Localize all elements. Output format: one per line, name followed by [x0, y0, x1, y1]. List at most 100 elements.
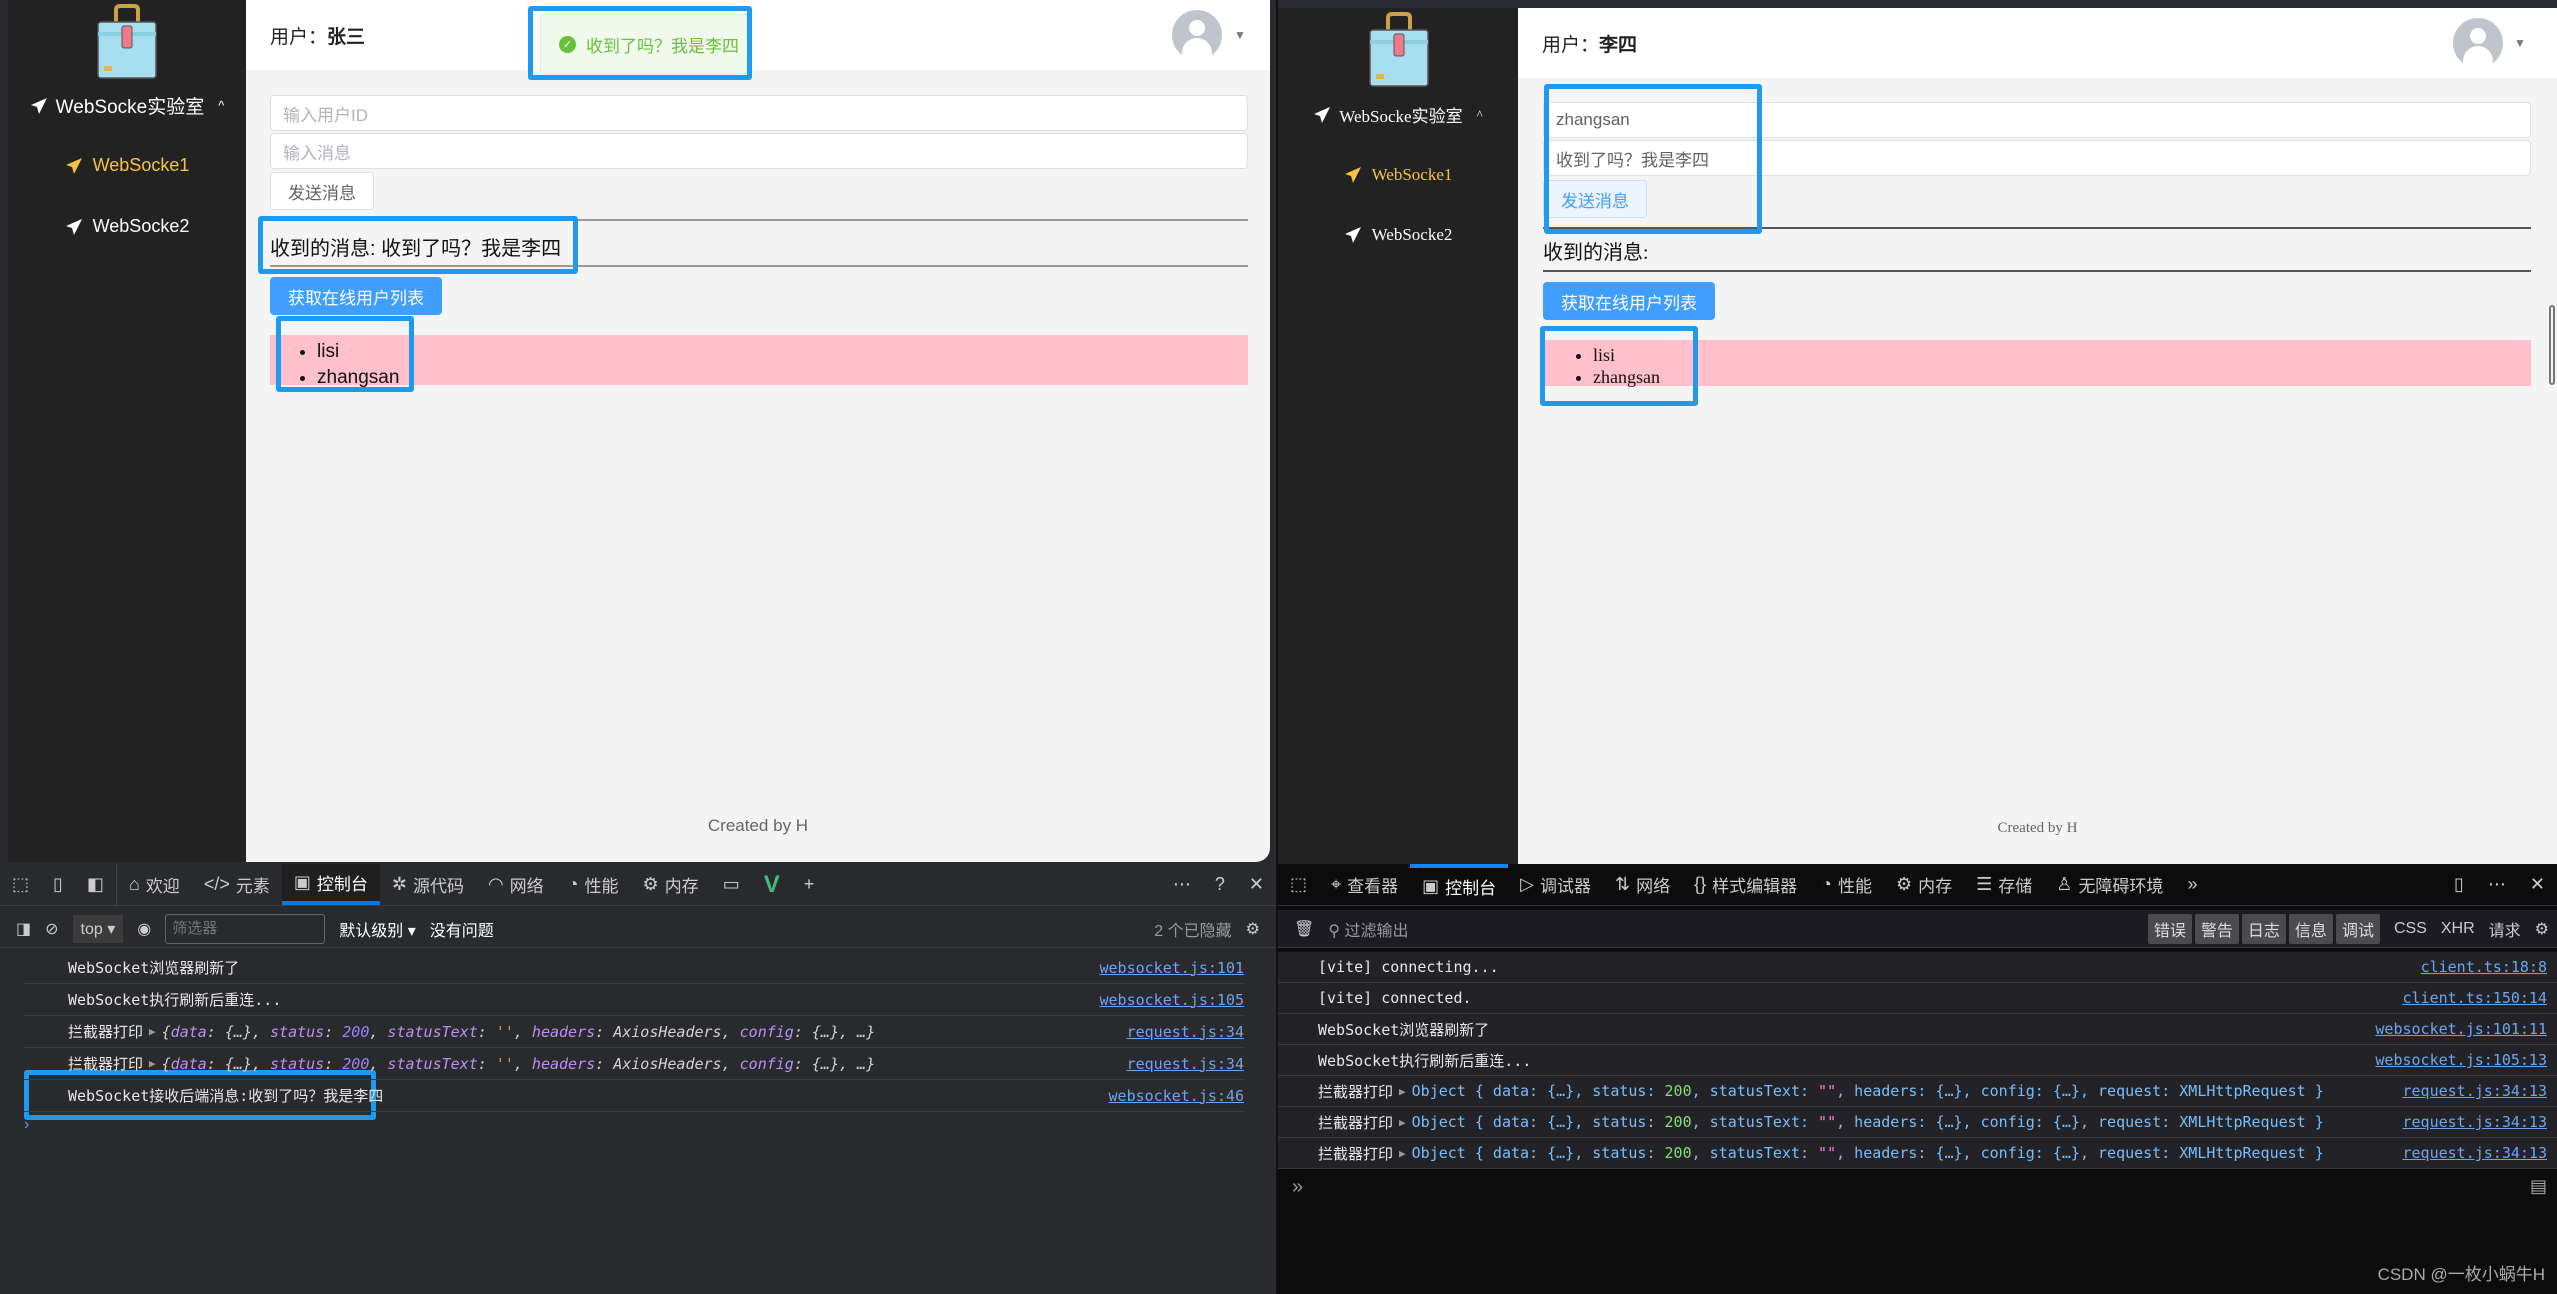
add-tab-icon[interactable]: + — [792, 864, 827, 905]
logged-object[interactable]: {data: {…}, status: 200, statusText: '',… — [162, 1023, 875, 1041]
user-id-input[interactable]: 输入用户ID — [270, 95, 1248, 131]
sidebar-item-websocke2[interactable]: WebSocke2 — [8, 216, 246, 237]
filter-requests[interactable]: 请求 — [2489, 917, 2521, 941]
tab-welcome[interactable]: ⌂ 欢迎 — [117, 864, 192, 905]
sidebar-item-websocke1[interactable]: WebSocke1 — [1278, 165, 1518, 185]
dock-icon[interactable]: ◧ — [75, 864, 117, 905]
log-source-link[interactable]: websocket.js:101 — [1100, 959, 1245, 977]
filter-info[interactable]: 信息 — [2288, 913, 2333, 944]
tab-inspector[interactable]: ⌖ 查看器 — [1319, 864, 1410, 905]
tab-elements[interactable]: </> 元素 — [192, 864, 282, 905]
send-message-button[interactable]: 发送消息 — [1543, 180, 1647, 218]
console-input-prompt-icon[interactable]: » — [1292, 1176, 1303, 1199]
sidebar-toggle-icon[interactable]: ◨ — [16, 919, 31, 939]
logged-object[interactable]: {data: {…}, status: 200, statusText: '',… — [162, 1055, 875, 1073]
avatar[interactable] — [2453, 18, 2503, 68]
tab-performance[interactable]: ◔ 性能 — [1809, 864, 1884, 905]
tab-sources[interactable]: ✲ 源代码 — [380, 864, 476, 905]
console-icon: ▣ — [1422, 876, 1440, 896]
log-source-link[interactable]: request.js:34 — [1127, 1055, 1244, 1073]
log-source-link[interactable]: client.ts:150:14 — [2403, 989, 2548, 1007]
filter-errors[interactable]: 错误 — [2147, 913, 2192, 944]
menu-group-websocket-lab[interactable]: WebSocke实验室 ^ — [1278, 102, 1518, 127]
settings-gear-icon[interactable]: ⚙ — [2535, 919, 2549, 939]
close-icon[interactable]: ✕ — [1237, 864, 1276, 905]
log-source-link[interactable]: request.js:34 — [1127, 1023, 1244, 1041]
split-console-icon[interactable]: ▤ — [2530, 1176, 2547, 1197]
close-icon[interactable]: ✕ — [2518, 864, 2557, 905]
tab-console[interactable]: ▣ 控制台 — [1410, 864, 1509, 905]
log-source-link[interactable]: request.js:34:13 — [2403, 1113, 2548, 1131]
log-source-link[interactable]: client.ts:18:8 — [2421, 958, 2547, 976]
responsive-mode-icon[interactable]: ▯ — [2442, 864, 2476, 905]
trash-icon[interactable]: 🗑 — [1294, 919, 1314, 939]
scrollbar[interactable] — [2549, 305, 2555, 385]
expand-triangle-icon[interactable]: ▶ — [1399, 1116, 1406, 1129]
expand-triangle-icon[interactable]: ▶ — [149, 1025, 156, 1038]
application-icon[interactable]: ▭ — [711, 864, 752, 905]
sidebar: WebSocke实验室 ^ WebSocke1 WebSocke2 — [1278, 8, 1518, 866]
left-browser-window: WebSocke实验室 ^ WebSocke1 WebSocke2 用户： 张三… — [0, 0, 1276, 1294]
sidebar-item-websocke1[interactable]: WebSocke1 — [8, 155, 246, 176]
expand-triangle-icon[interactable]: ▶ — [1399, 1085, 1406, 1098]
logged-object[interactable]: Object { data: {…}, status: 200, statusT… — [1412, 1113, 2324, 1131]
help-icon[interactable]: ? — [1203, 864, 1237, 905]
tab-network[interactable]: ⇅ 网络 — [1603, 864, 1682, 905]
filter-debug[interactable]: 调试 — [2335, 913, 2380, 944]
clear-console-icon[interactable]: ⊘ — [45, 919, 58, 939]
eye-icon[interactable]: ◉ — [137, 919, 151, 939]
send-message-button[interactable]: 发送消息 — [270, 172, 374, 210]
settings-gear-icon[interactable]: ⚙ — [1246, 919, 1260, 939]
more-tabs-icon[interactable]: » — [2175, 864, 2209, 905]
logged-object[interactable]: Object { data: {…}, status: 200, statusT… — [1412, 1144, 2324, 1162]
filter-placeholder: 过滤输出 — [1344, 922, 1409, 940]
filter-xhr[interactable]: XHR — [2441, 920, 2475, 938]
tab-accessibility[interactable]: ♙ 无障碍环境 — [2044, 864, 2175, 905]
tab-console[interactable]: ▣ 控制台 — [281, 864, 380, 905]
issues-button[interactable]: 没有问题 — [430, 917, 494, 941]
get-online-users-button[interactable]: 获取在线用户列表 — [1543, 282, 1715, 320]
context-selector[interactable]: top ▾ — [72, 914, 124, 943]
log-message: 拦截器打印 — [1318, 1144, 1394, 1163]
filter-css[interactable]: CSS — [2394, 920, 2427, 938]
log-source-link[interactable]: request.js:34:13 — [2403, 1144, 2548, 1162]
filter-warnings[interactable]: 警告 — [2194, 913, 2239, 944]
vue-devtools-icon[interactable]: V — [752, 864, 792, 905]
expand-triangle-icon[interactable]: ▶ — [1399, 1147, 1406, 1160]
filter-input[interactable] — [165, 913, 326, 944]
menu-group-websocket-lab[interactable]: WebSocke实验室 ^ — [8, 92, 246, 119]
get-online-users-button[interactable]: 获取在线用户列表 — [270, 277, 442, 315]
caret-down-icon[interactable]: ▼ — [1234, 28, 1246, 42]
console-prompt-icon[interactable]: › — [24, 1116, 29, 1134]
expand-triangle-icon[interactable]: ▶ — [149, 1057, 156, 1070]
tab-memory[interactable]: ⚙ 内存 — [1884, 864, 1964, 905]
tab-performance[interactable]: ◔ 性能 — [556, 864, 631, 905]
tab-memory[interactable]: ⚙ 内存 — [631, 864, 711, 905]
device-inspect-icon[interactable]: ⬚ — [0, 864, 41, 905]
log-source-link[interactable]: websocket.js:105:13 — [2375, 1051, 2547, 1069]
log-level-dropdown[interactable]: 默认级别 ▾ — [339, 917, 416, 941]
tab-storage[interactable]: ☰ 存储 — [1964, 864, 2044, 905]
more-icon[interactable]: ⋯ — [1161, 864, 1203, 905]
user-id-input[interactable]: zhangsan — [1543, 102, 2531, 138]
tab-network[interactable]: ◠ 网络 — [476, 864, 556, 905]
logged-object[interactable]: Object { data: {…}, status: 200, statusT… — [1412, 1082, 2324, 1100]
log-source-link[interactable]: websocket.js:105 — [1100, 991, 1245, 1009]
device-emulation-icon[interactable]: ▯ — [41, 864, 75, 905]
filter-output-input[interactable]: ⚲ 过滤输出 — [1328, 917, 1408, 941]
log-level-label: 默认级别 — [339, 922, 404, 940]
log-source-link[interactable]: websocket.js:101:11 — [2375, 1020, 2547, 1038]
message-input[interactable]: 输入消息 — [270, 133, 1248, 169]
network-icon: ⇅ — [1615, 874, 1631, 894]
tab-debugger[interactable]: ▷ 调试器 — [1508, 864, 1603, 905]
log-source-link[interactable]: websocket.js:46 — [1109, 1087, 1244, 1105]
element-picker-icon[interactable]: ⬚ — [1278, 864, 1319, 905]
avatar[interactable] — [1172, 10, 1222, 60]
filter-logs[interactable]: 日志 — [2241, 913, 2286, 944]
message-input[interactable]: 收到了吗？我是李四 — [1543, 140, 2531, 176]
log-source-link[interactable]: request.js:34:13 — [2403, 1082, 2548, 1100]
more-icon[interactable]: ⋯ — [2476, 864, 2518, 905]
tab-style-editor[interactable]: {} 样式编辑器 — [1682, 864, 1809, 905]
caret-down-icon[interactable]: ▼ — [2514, 36, 2526, 51]
sidebar-item-websocke2[interactable]: WebSocke2 — [1278, 225, 1518, 245]
